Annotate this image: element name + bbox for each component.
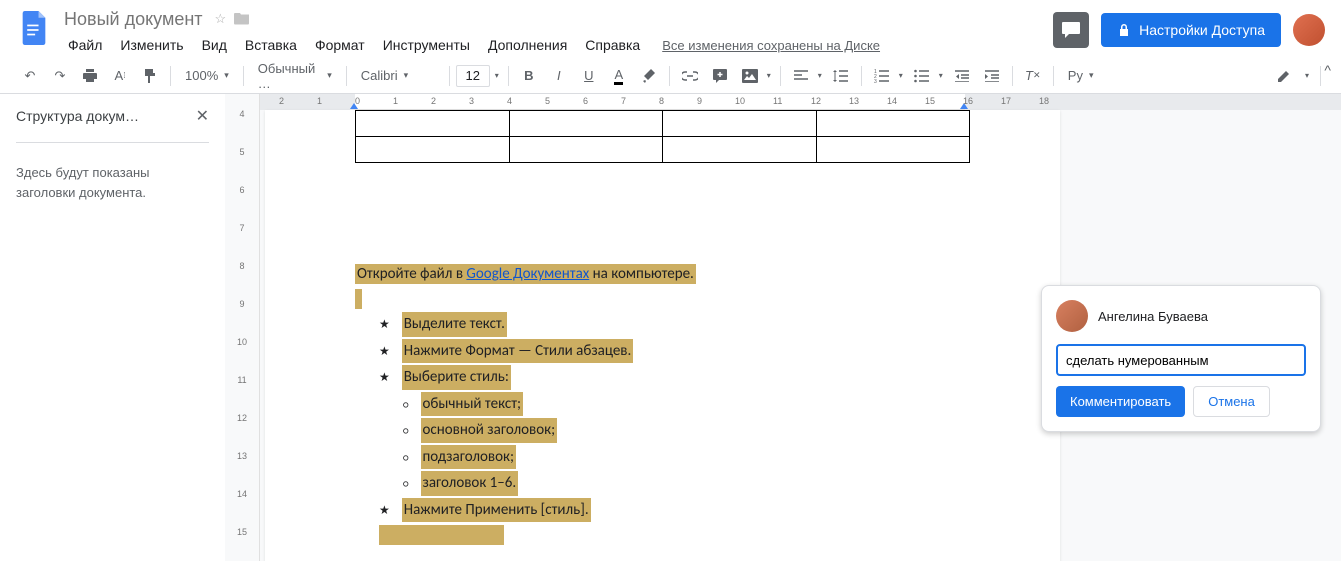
comments-button[interactable]	[1053, 12, 1089, 48]
outline-title: Структура докум…	[16, 108, 139, 124]
menu-file[interactable]: Файл	[60, 33, 110, 57]
save-status[interactable]: Все изменения сохранены на Диске	[662, 38, 880, 53]
comment-cancel-button[interactable]: Отмена	[1193, 386, 1270, 417]
comment-input[interactable]	[1056, 344, 1306, 376]
folder-icon[interactable]	[234, 11, 250, 28]
zoom-select[interactable]: 100%	[177, 64, 237, 88]
menu-addons[interactable]: Дополнения	[480, 33, 575, 57]
menu-bar: Файл Изменить Вид Вставка Формат Инструм…	[60, 32, 1053, 58]
circle-bullet-icon	[403, 393, 409, 416]
menu-format[interactable]: Формат	[307, 33, 373, 57]
bold-button[interactable]: B	[515, 62, 543, 90]
highlight-button[interactable]	[635, 62, 663, 90]
underline-button[interactable]: U	[575, 62, 603, 90]
insert-image-button[interactable]	[736, 62, 764, 90]
bulleted-list-dropdown[interactable]	[936, 71, 946, 80]
align-dropdown[interactable]	[815, 71, 825, 80]
undo-button[interactable]: ↶	[16, 62, 44, 90]
sub-2: основной заголовок;	[421, 418, 558, 443]
star-bullet-icon	[379, 313, 390, 336]
bullet-4: Нажмите Применить [стиль].	[402, 498, 591, 523]
title-area: Новый документ ☆ Файл Изменить Вид Встав…	[60, 6, 1053, 58]
paint-format-button[interactable]	[136, 62, 164, 90]
intro-pre: Откройте файл в	[357, 265, 466, 283]
outline-empty-text: Здесь будут показаны заголовки документа…	[16, 163, 209, 202]
link-button[interactable]	[676, 62, 704, 90]
decrease-indent-button[interactable]	[948, 62, 976, 90]
svg-text:3: 3	[874, 79, 877, 83]
lock-icon	[1117, 23, 1131, 37]
sub-1: обычный текст;	[421, 392, 524, 417]
increase-indent-button[interactable]	[978, 62, 1006, 90]
numbered-list-button[interactable]: 123	[868, 62, 896, 90]
editing-mode-button[interactable]	[1270, 62, 1298, 90]
star-bullet-icon	[379, 366, 390, 389]
add-comment-button[interactable]	[706, 62, 734, 90]
intro-post: на компьютере.	[589, 265, 694, 283]
align-button[interactable]	[787, 62, 815, 90]
app-header: Новый документ ☆ Файл Изменить Вид Встав…	[0, 0, 1341, 58]
style-select[interactable]: Обычный …	[250, 64, 340, 88]
outline-sidebar: Структура докум… ✕ Здесь будут показаны …	[0, 94, 225, 561]
input-tools-button[interactable]: Ру	[1060, 64, 1090, 88]
google-docs-link[interactable]: Google Документах	[466, 265, 589, 283]
collapse-toolbar-icon[interactable]: ^	[1324, 62, 1331, 78]
docs-logo[interactable]	[16, 10, 52, 46]
menu-insert[interactable]: Вставка	[237, 33, 305, 57]
share-button[interactable]: Настройки Доступа	[1101, 13, 1281, 47]
star-icon[interactable]: ☆	[215, 11, 227, 27]
share-label: Настройки Доступа	[1139, 22, 1265, 38]
user-avatar[interactable]	[1293, 14, 1325, 46]
comment-popup: Ангелина Буваева Комментировать Отмена	[1041, 285, 1321, 432]
doc-title[interactable]: Новый документ	[60, 7, 207, 32]
editing-mode-dropdown[interactable]	[1302, 71, 1312, 80]
font-select[interactable]: Calibri	[353, 64, 443, 88]
outline-close-icon[interactable]: ✕	[196, 106, 209, 126]
menu-help[interactable]: Справка	[577, 33, 648, 57]
menu-view[interactable]: Вид	[194, 33, 235, 57]
document-page[interactable]: Откройте файл в Google Документах на ком…	[265, 110, 1060, 561]
star-bullet-icon	[379, 340, 390, 363]
italic-button[interactable]: I	[545, 62, 573, 90]
font-size-input[interactable]: 12	[456, 65, 490, 87]
star-bullet-icon	[379, 499, 390, 522]
bulleted-list-button[interactable]	[908, 62, 936, 90]
image-dropdown[interactable]	[764, 71, 774, 80]
circle-bullet-icon	[403, 446, 409, 469]
document-table[interactable]	[355, 110, 970, 163]
print-button[interactable]	[76, 62, 104, 90]
comment-submit-button[interactable]: Комментировать	[1056, 386, 1185, 417]
numbered-list-dropdown[interactable]	[896, 71, 906, 80]
sub-3: подзаголовок;	[421, 445, 516, 470]
redo-button[interactable]: ↷	[46, 62, 74, 90]
toolbar: ↶ ↷ A⁞ 100% Обычный … Calibri 12 B I U A…	[0, 58, 1341, 94]
font-size-dropdown[interactable]	[492, 71, 502, 80]
vertical-ruler: 4 5 6 7 8 9 10 11 12 13 14 15	[225, 94, 260, 561]
clear-format-button[interactable]: T✕	[1019, 62, 1047, 90]
commenter-name: Ангелина Буваева	[1098, 309, 1208, 324]
horizontal-ruler[interactable]: 210123456789101112131415161718	[260, 94, 1341, 110]
bullet-1: Выделите текст.	[402, 312, 507, 337]
text-color-button[interactable]: A	[605, 62, 633, 90]
commenter-avatar	[1056, 300, 1088, 332]
bullet-2: Нажмите Формат — Стили абзацев.	[402, 339, 634, 364]
circle-bullet-icon	[403, 472, 409, 495]
sub-4: заголовок 1–6.	[421, 471, 519, 496]
spellcheck-button[interactable]: A⁞	[106, 62, 134, 90]
circle-bullet-icon	[403, 419, 409, 442]
line-spacing-button[interactable]	[827, 62, 855, 90]
document-content[interactable]: Откройте файл в Google Документах на ком…	[355, 263, 970, 547]
menu-tools[interactable]: Инструменты	[375, 33, 478, 57]
menu-edit[interactable]: Изменить	[112, 33, 191, 57]
bullet-3: Выберите стиль:	[402, 365, 511, 390]
